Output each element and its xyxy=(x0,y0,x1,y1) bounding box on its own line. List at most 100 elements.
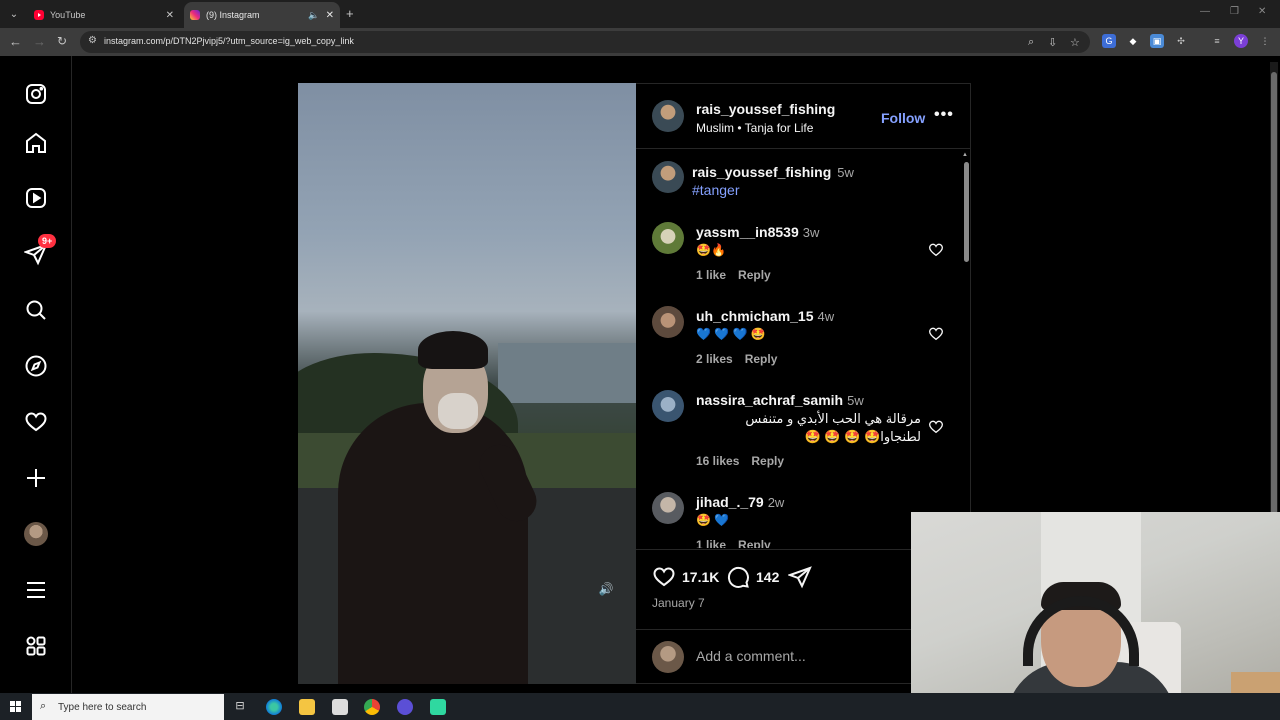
messages-badge: 9+ xyxy=(38,234,57,248)
chrome-icon[interactable] xyxy=(364,699,380,715)
audio-toggle-icon[interactable]: 🔊 xyxy=(596,579,616,599)
add-comment-input[interactable]: Add a comment... xyxy=(696,648,806,664)
comment-reply-button[interactable]: Reply xyxy=(738,538,771,548)
comments-list[interactable]: rais_youssef_fishing 5w #tanger yassm__in… xyxy=(636,150,971,548)
comment-text: 🤩🔥 xyxy=(696,243,726,257)
tab-title: YouTube xyxy=(50,10,86,20)
comment-author[interactable]: yassm__in8539 3w xyxy=(696,224,819,240)
comment-reply-button[interactable]: Reply xyxy=(738,268,771,282)
caption-avatar[interactable] xyxy=(652,161,684,193)
comment-icon[interactable] xyxy=(726,565,750,589)
comment-avatar[interactable] xyxy=(652,306,684,338)
forward-icon[interactable]: → xyxy=(33,34,46,49)
comments-scrollbar-thumb[interactable] xyxy=(964,162,969,262)
window-close-icon[interactable]: ✕ xyxy=(1258,6,1266,17)
comment-count[interactable]: 142 xyxy=(756,569,779,585)
comment-avatar[interactable] xyxy=(652,222,684,254)
like-count[interactable]: 17.1K xyxy=(682,569,719,585)
extension-image-icon[interactable]: ▣ xyxy=(1150,34,1164,48)
tab-youtube[interactable]: YouTube ✕ xyxy=(28,2,180,28)
new-tab-icon[interactable]: + xyxy=(346,6,354,21)
create-plus-icon[interactable] xyxy=(24,466,48,490)
comment-author[interactable]: jihad_._79 2w xyxy=(696,494,784,510)
comment-time: 4w xyxy=(817,309,835,324)
follow-button[interactable]: Follow xyxy=(881,110,925,126)
comment-username[interactable]: yassm__in8539 xyxy=(696,224,799,240)
reading-list-icon[interactable]: ≡ xyxy=(1210,34,1224,48)
comment-like-heart-icon[interactable] xyxy=(928,419,944,435)
caption-username[interactable]: rais_youssef_fishing xyxy=(692,164,831,180)
tab-close-icon[interactable]: ✕ xyxy=(326,10,334,21)
caption-author[interactable]: rais_youssef_fishing 5w xyxy=(692,164,854,180)
post-header: rais_youssef_fishing Muslim • Tanja for … xyxy=(636,84,971,149)
comment-username[interactable]: jihad_._79 xyxy=(696,494,764,510)
comment-text-line-1: مرقالة هي الحب الأبدي و متنفس xyxy=(745,411,921,426)
comment-like-heart-icon[interactable] xyxy=(928,242,944,258)
back-icon[interactable]: ← xyxy=(9,34,22,49)
maximize-icon[interactable]: ❐ xyxy=(1230,6,1239,17)
comment-username[interactable]: uh_chmicham_15 xyxy=(696,308,814,324)
discord-icon[interactable] xyxy=(397,699,413,715)
translate-extension-icon[interactable]: G xyxy=(1102,34,1116,48)
store-icon[interactable] xyxy=(332,699,348,715)
home-icon[interactable] xyxy=(24,131,48,155)
comment-likes[interactable]: 1 like xyxy=(696,538,726,548)
search-icon[interactable] xyxy=(24,298,48,322)
tab-close-icon[interactable]: ✕ xyxy=(166,10,174,21)
more-apps-icon[interactable] xyxy=(24,634,48,658)
comment-likes[interactable]: 2 likes xyxy=(696,352,733,366)
minimize-icon[interactable]: — xyxy=(1200,6,1210,17)
like-heart-icon[interactable] xyxy=(652,565,676,589)
youtube-icon xyxy=(34,10,44,20)
reload-icon[interactable]: ↻ xyxy=(57,34,67,48)
comment-avatar[interactable] xyxy=(652,492,684,524)
scroll-up-arrow[interactable]: ▲ xyxy=(962,152,968,158)
browser-menu-icon[interactable]: ⋮ xyxy=(1258,34,1272,48)
zoom-icon[interactable]: ⌕ xyxy=(1028,36,1034,49)
comment-avatar[interactable] xyxy=(652,390,684,422)
extensions-puzzle-icon[interactable]: ✣ xyxy=(1174,34,1188,48)
windows-start-icon[interactable] xyxy=(10,701,21,712)
comment-likes[interactable]: 1 like xyxy=(696,268,726,282)
edge-icon[interactable] xyxy=(266,699,282,715)
address-bar[interactable]: ⚙ instagram.com/p/DTN2Pjvipj5/?utm_sourc… xyxy=(80,31,1090,53)
app-icon[interactable] xyxy=(430,699,446,715)
taskbar-search[interactable]: ⌕ Type here to search xyxy=(32,694,224,720)
comment-author[interactable]: nassira_achraf_samih 5w xyxy=(696,392,864,408)
comment-username[interactable]: nassira_achraf_samih xyxy=(696,392,843,408)
audio-playing-icon[interactable]: 🔈 xyxy=(308,10,319,21)
menu-icon[interactable] xyxy=(24,578,48,602)
comment-reply-button[interactable]: Reply xyxy=(751,454,784,468)
comment-author[interactable]: uh_chmicham_15 4w xyxy=(696,308,834,324)
tab-instagram[interactable]: (9) Instagram 🔈 ✕ xyxy=(184,2,340,28)
task-view-icon[interactable]: ⊟ xyxy=(232,699,248,715)
comment-likes[interactable]: 16 likes xyxy=(696,454,739,468)
author-username[interactable]: rais_youssef_fishing xyxy=(696,101,835,117)
profile-avatar[interactable] xyxy=(24,522,48,546)
comment-meta: 2 likes Reply xyxy=(696,352,789,366)
site-info-icon[interactable]: ⚙ xyxy=(88,35,97,46)
extension-diamond-icon[interactable]: ◆ xyxy=(1126,34,1140,48)
caption-hashtag[interactable]: #tanger xyxy=(692,182,739,198)
search-icon: ⌕ xyxy=(40,700,47,712)
more-options-icon[interactable]: ••• xyxy=(934,106,954,124)
comment-like-heart-icon[interactable] xyxy=(928,326,944,342)
reels-icon[interactable] xyxy=(24,186,48,210)
instagram-logo-icon[interactable] xyxy=(24,82,48,106)
install-app-icon[interactable]: ⇩ xyxy=(1048,36,1057,49)
comment-reply-button[interactable]: Reply xyxy=(745,352,778,366)
messages-icon[interactable]: 9+ xyxy=(24,234,57,266)
bookmark-star-icon[interactable]: ☆ xyxy=(1070,36,1080,49)
webcam-overlay xyxy=(911,512,1280,720)
profile-avatar[interactable]: Y xyxy=(1234,34,1248,48)
notifications-heart-icon[interactable] xyxy=(24,410,48,434)
post-video[interactable]: 🔊 xyxy=(298,83,636,684)
share-icon[interactable] xyxy=(788,565,812,589)
file-explorer-icon[interactable] xyxy=(299,699,315,715)
comment-time: 5w xyxy=(847,393,864,408)
author-avatar[interactable] xyxy=(652,100,684,132)
tab-search-icon[interactable]: ⌄ xyxy=(4,4,24,24)
author-subtitle: Muslim • Tanja for Life xyxy=(696,121,813,135)
explore-icon[interactable] xyxy=(24,354,48,378)
viewer-avatar xyxy=(652,641,684,673)
